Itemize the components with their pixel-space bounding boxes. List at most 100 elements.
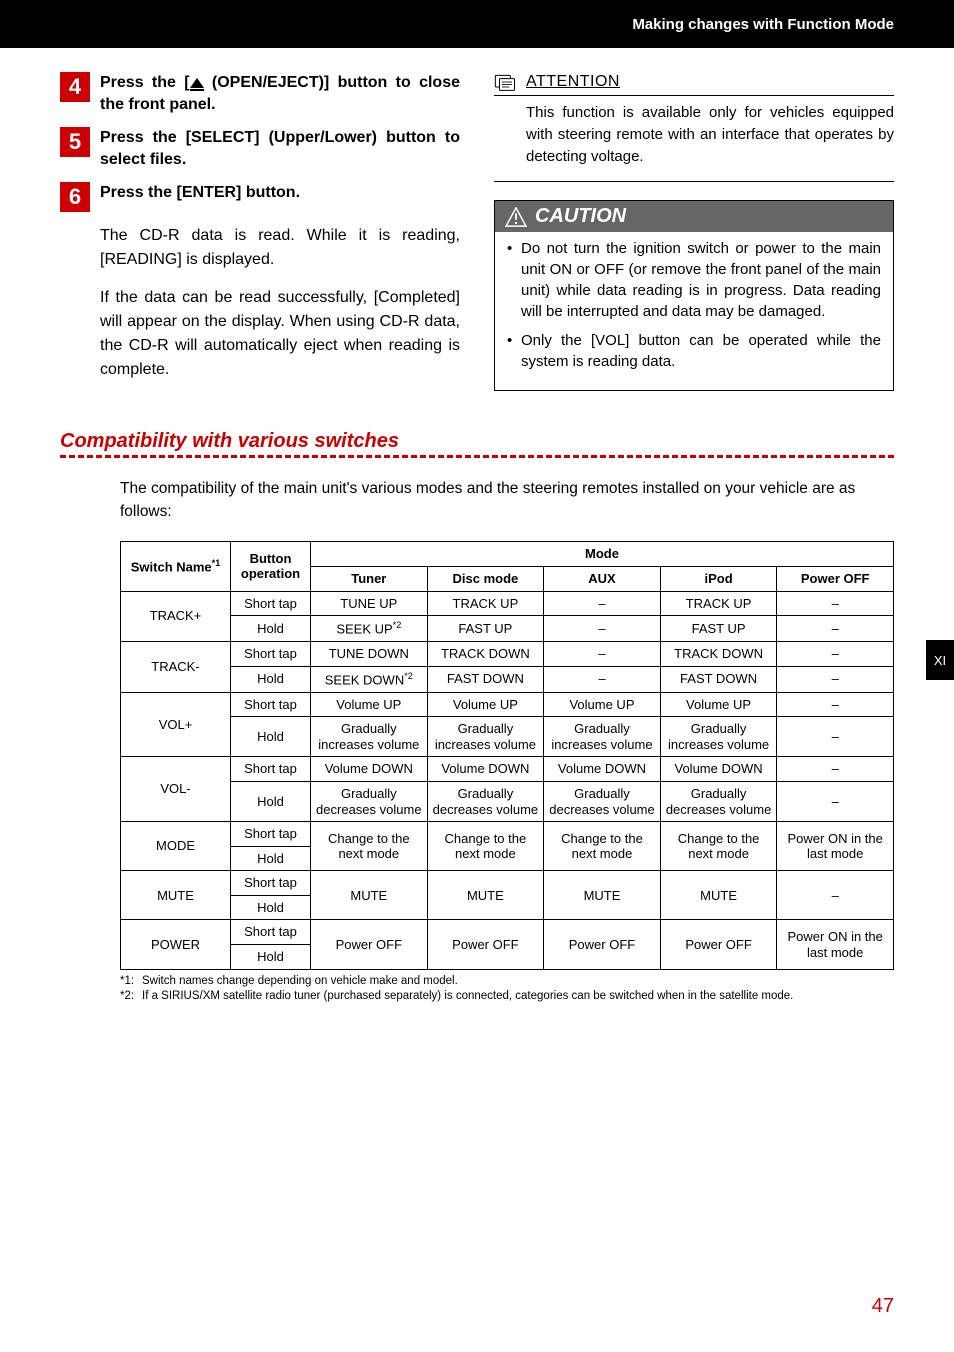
cell: TRACK DOWN [660, 642, 777, 667]
step-explain-2: If the data can be read successfully, [C… [100, 286, 460, 382]
caution-title: CAUTION [535, 205, 626, 228]
footnotes: *1: Switch names change depending on veh… [60, 974, 894, 1005]
cell: – [544, 591, 661, 616]
table-row: VOL- Short tap Volume DOWN Volume DOWN V… [121, 757, 894, 782]
section-title: Compatibility with various switches [60, 430, 894, 453]
cell: – [777, 616, 894, 642]
th-ipod: iPod [660, 566, 777, 591]
step-text-before: Press the [ [100, 74, 190, 91]
th-mode: Mode [311, 542, 894, 567]
cell-op: Short tap [231, 642, 311, 667]
cell: FAST DOWN [427, 666, 544, 692]
th-button-op: Button operation [231, 542, 311, 591]
table-header-row: Switch Name*1 Button operation Mode [121, 542, 894, 567]
fn-text: Switch names change depending on vehicle… [142, 974, 894, 990]
cell: Volume UP [660, 692, 777, 717]
cell: MUTE [427, 871, 544, 920]
th-text: Switch Name [131, 559, 212, 574]
header-title: Making changes with Function Mode [632, 16, 894, 33]
step-6: 6 Press the [ENTER] button. [60, 182, 460, 212]
table-row: Hold SEEK DOWN*2 FAST DOWN – FAST DOWN – [121, 666, 894, 692]
step-number: 6 [60, 182, 90, 212]
cell: Power OFF [660, 920, 777, 969]
cell: – [544, 666, 661, 692]
caution-item: Only the [VOL] button can be operated wh… [507, 330, 881, 372]
cell: SEEK UP*2 [311, 616, 428, 642]
cell: Gradually increases volume [544, 717, 661, 757]
cell: – [777, 757, 894, 782]
cell-op: Short tap [231, 822, 311, 847]
cell: Change to the next mode [544, 822, 661, 871]
cell: Gradually decreases volume [660, 781, 777, 821]
cell: Volume DOWN [427, 757, 544, 782]
step-text: Press the [ENTER] button. [100, 182, 460, 204]
cell: Volume DOWN [311, 757, 428, 782]
cell: SEEK DOWN*2 [311, 666, 428, 692]
fn-mark: *1: [120, 974, 142, 990]
cell: Gradually increases volume [660, 717, 777, 757]
footnote-1: *1: Switch names change depending on veh… [120, 974, 894, 990]
cell: – [777, 781, 894, 821]
table-row: Hold SEEK UP*2 FAST UP – FAST UP – [121, 616, 894, 642]
table-row: TRACK- Short tap TUNE DOWN TRACK DOWN – … [121, 642, 894, 667]
cell: – [544, 642, 661, 667]
compat-table: Switch Name*1 Button operation Mode Tune… [120, 541, 894, 969]
dashed-rule [60, 455, 894, 458]
th-sup: *1 [212, 558, 221, 568]
cell-op: Hold [231, 781, 311, 821]
eject-icon [190, 78, 204, 88]
th-disc: Disc mode [427, 566, 544, 591]
cell-op: Hold [231, 895, 311, 920]
cell-text: SEEK UP [336, 621, 392, 636]
cell: Gradually decreases volume [427, 781, 544, 821]
cell: – [777, 642, 894, 667]
cell: TRACK DOWN [427, 642, 544, 667]
attention-body: This function is available only for vehi… [494, 102, 894, 167]
header-bar: Making changes with Function Mode [0, 0, 954, 48]
compat-intro: The compatibility of the main unit's var… [60, 478, 894, 523]
cell: FAST DOWN [660, 666, 777, 692]
cell: – [777, 717, 894, 757]
cell: Volume DOWN [544, 757, 661, 782]
cell: TRACK UP [660, 591, 777, 616]
cell: MUTE [311, 871, 428, 920]
cell: Volume UP [427, 692, 544, 717]
cell-op: Short tap [231, 757, 311, 782]
cell: TUNE DOWN [311, 642, 428, 667]
footnote-2: *2: If a SIRIUS/XM satellite radio tuner… [120, 989, 894, 1005]
cell: – [777, 591, 894, 616]
attention-title: ATTENTION [526, 73, 620, 91]
cell: Power ON in the last mode [777, 920, 894, 969]
memo-icon [494, 72, 520, 92]
cell: Power ON in the last mode [777, 822, 894, 871]
cell: TRACK UP [427, 591, 544, 616]
cell: – [544, 616, 661, 642]
table-row: POWER Short tap Power OFF Power OFF Powe… [121, 920, 894, 945]
cell-op: Short tap [231, 692, 311, 717]
cell: FAST UP [660, 616, 777, 642]
cell: Volume DOWN [660, 757, 777, 782]
cell-switch: VOL+ [121, 692, 231, 757]
cell-op: Hold [231, 616, 311, 642]
cell-op: Short tap [231, 591, 311, 616]
cell: MUTE [660, 871, 777, 920]
cell-op: Hold [231, 717, 311, 757]
cell-op: Hold [231, 945, 311, 970]
warning-icon [505, 207, 527, 227]
cell-sup: *2 [404, 671, 413, 681]
left-column: 4 Press the [ (OPEN/EJECT)] button to cl… [60, 72, 460, 396]
cell: TUNE UP [311, 591, 428, 616]
cell: Change to the next mode [427, 822, 544, 871]
cell: – [777, 692, 894, 717]
cell: Volume UP [544, 692, 661, 717]
table-row: TRACK+ Short tap TUNE UP TRACK UP – TRAC… [121, 591, 894, 616]
cell: FAST UP [427, 616, 544, 642]
step-number: 4 [60, 72, 90, 102]
cell: Power OFF [311, 920, 428, 969]
step-4: 4 Press the [ (OPEN/EJECT)] button to cl… [60, 72, 460, 115]
page-number: 47 [872, 1295, 894, 1318]
cell-op: Hold [231, 666, 311, 692]
cell: Power OFF [427, 920, 544, 969]
step-text: Press the [ (OPEN/EJECT)] button to clos… [100, 72, 460, 115]
table-row: Hold Gradually decreases volume Graduall… [121, 781, 894, 821]
